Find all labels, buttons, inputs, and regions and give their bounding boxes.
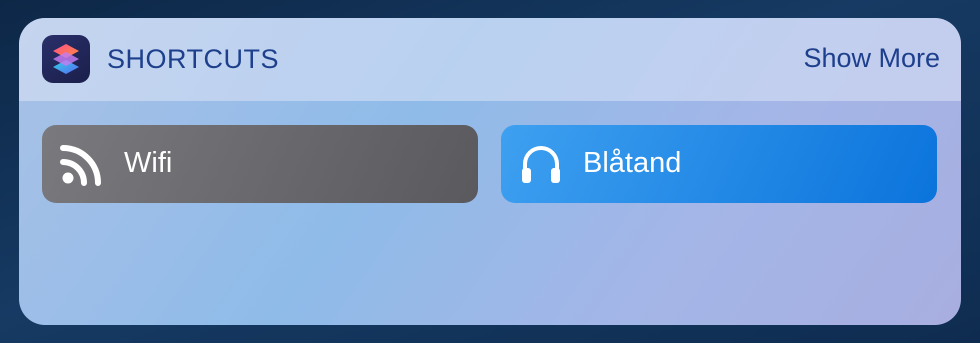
widget-title: SHORTCUTS <box>107 44 280 74</box>
shortcut-wifi-button[interactable]: Wifi <box>42 125 478 203</box>
widget-header: SHORTCUTS Show More <box>19 18 961 101</box>
shortcuts-widget: SHORTCUTS Show More Wifi Blåtand <box>19 18 961 325</box>
shortcut-label: Wifi <box>124 147 173 179</box>
rss-feed-icon <box>60 142 104 186</box>
show-more-button[interactable]: Show More <box>803 43 940 74</box>
shortcuts-app-icon <box>42 35 90 83</box>
shortcut-blatand-button[interactable]: Blåtand <box>501 125 937 203</box>
headphones-icon <box>519 142 563 186</box>
shortcut-label: Blåtand <box>583 147 682 179</box>
